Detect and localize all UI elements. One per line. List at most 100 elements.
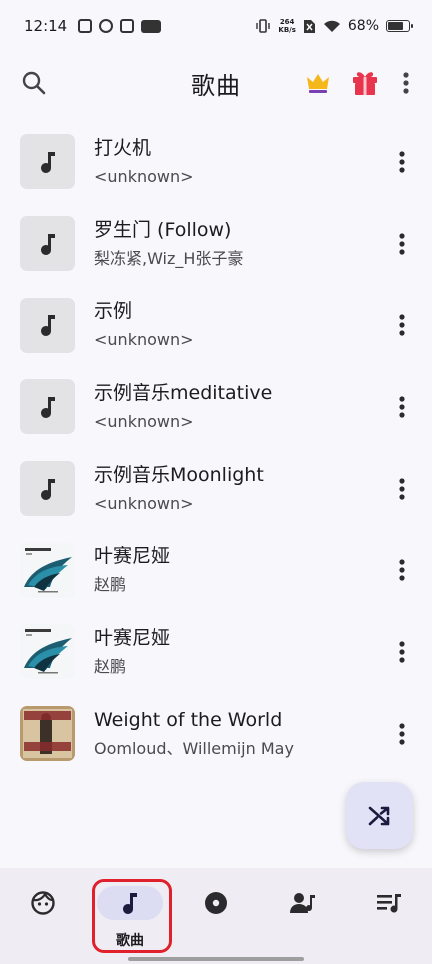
song-more-button[interactable] bbox=[390, 474, 414, 504]
album-art bbox=[20, 216, 75, 272]
notification-app-icon bbox=[120, 19, 135, 33]
song-row[interactable]: 叶赛尼娅 赵鹏 bbox=[0, 529, 432, 611]
notification-app-icon bbox=[78, 19, 93, 33]
status-time: 12:14 bbox=[24, 17, 68, 35]
song-more-button[interactable] bbox=[390, 229, 414, 259]
song-row[interactable]: 叶赛尼娅 赵鹏 bbox=[0, 611, 432, 693]
song-title: 叶赛尼娅 bbox=[94, 626, 171, 649]
album-art bbox=[20, 542, 75, 598]
face-icon bbox=[31, 891, 55, 915]
more-vert-icon bbox=[399, 151, 405, 173]
song-more-button[interactable] bbox=[390, 719, 414, 749]
network-speed: 264 KB/s bbox=[278, 18, 295, 34]
song-artist: Oomloud、Willemijn May bbox=[94, 738, 294, 758]
status-bar: 12:14 264 KB/s 68% bbox=[0, 0, 432, 52]
sim-off-icon bbox=[303, 19, 315, 33]
album-art bbox=[20, 461, 75, 517]
shuffle-button[interactable] bbox=[346, 782, 413, 849]
album-art-icon bbox=[20, 624, 75, 680]
more-vert-icon bbox=[399, 314, 405, 336]
crown-icon[interactable] bbox=[304, 68, 332, 96]
network-speed-value: 264 bbox=[279, 18, 295, 26]
nav-item-artist[interactable] bbox=[260, 868, 346, 964]
song-title: 罗生门 (Follow) bbox=[94, 218, 232, 241]
song-text: 示例音乐meditative <unknown> bbox=[94, 381, 382, 433]
battery-level bbox=[388, 22, 403, 30]
gift-icon[interactable] bbox=[350, 67, 380, 97]
more-vert-icon bbox=[399, 396, 405, 418]
song-row[interactable]: 示例音乐meditative <unknown> bbox=[0, 366, 432, 448]
song-text: 示例 <unknown> bbox=[94, 299, 382, 351]
album-icon bbox=[205, 892, 227, 914]
song-text: 罗生门 (Follow) 梨冻紧,Wiz_H张子豪 bbox=[94, 218, 382, 270]
shuffle-icon bbox=[368, 806, 389, 825]
nav-icon-container bbox=[10, 886, 76, 920]
more-vert-icon bbox=[399, 559, 405, 581]
song-text: Weight of the World Oomloud、Willemijn May bbox=[94, 708, 382, 760]
more-vert-icon bbox=[399, 477, 405, 500]
song-artist: 赵鹏 bbox=[94, 575, 127, 595]
song-artist: <unknown> bbox=[94, 493, 194, 513]
music-note-icon bbox=[40, 478, 55, 500]
nav-icon-container bbox=[270, 886, 336, 920]
song-row[interactable]: Weight of the World Oomloud、Willemijn May bbox=[0, 693, 432, 775]
song-title: Weight of the World bbox=[94, 708, 283, 731]
page-title: 歌曲 bbox=[191, 71, 241, 100]
song-row[interactable]: 打火机 <unknown> bbox=[0, 121, 432, 203]
notification-app-icon bbox=[99, 19, 114, 33]
nav-icon-container bbox=[356, 886, 422, 920]
song-more-button[interactable] bbox=[390, 392, 414, 422]
song-title: 打火机 bbox=[94, 136, 152, 159]
artist-icon bbox=[290, 893, 315, 913]
album-art-icon bbox=[20, 542, 75, 598]
more-vert-icon bbox=[399, 641, 405, 663]
album-art bbox=[20, 297, 75, 353]
playlist-icon bbox=[377, 894, 401, 913]
more-vert-icon bbox=[399, 232, 405, 255]
album-art-icon bbox=[20, 706, 75, 762]
music-note-icon bbox=[40, 151, 55, 173]
song-row[interactable]: 示例 <unknown> bbox=[0, 284, 432, 366]
bottom-navigation: 歌曲 bbox=[0, 868, 432, 964]
song-text: 叶赛尼娅 赵鹏 bbox=[94, 544, 382, 596]
nav-item-face[interactable] bbox=[0, 868, 86, 964]
wifi-icon bbox=[323, 20, 340, 32]
song-more-button[interactable] bbox=[390, 147, 414, 177]
music-note-icon bbox=[40, 315, 55, 337]
song-row[interactable]: 示例音乐Moonlight <unknown> bbox=[0, 448, 432, 530]
app-bar: 歌曲 bbox=[0, 52, 432, 114]
song-artist: <unknown> bbox=[94, 166, 194, 186]
more-vert-icon[interactable] bbox=[396, 68, 416, 98]
album-art bbox=[20, 624, 75, 680]
song-text: 打火机 <unknown> bbox=[94, 136, 382, 188]
nav-icon-container bbox=[183, 886, 249, 920]
song-text: 示例音乐Moonlight <unknown> bbox=[94, 463, 382, 515]
song-title: 示例音乐Moonlight bbox=[94, 463, 264, 486]
network-speed-unit: KB/s bbox=[278, 26, 296, 34]
song-more-button[interactable] bbox=[390, 637, 414, 667]
album-art bbox=[20, 706, 75, 762]
search-icon[interactable] bbox=[20, 69, 48, 97]
song-more-button[interactable] bbox=[390, 555, 414, 585]
song-title: 示例 bbox=[94, 300, 133, 323]
vibrate-icon bbox=[256, 19, 271, 33]
status-right: 264 KB/s 68% bbox=[255, 18, 413, 34]
song-row[interactable]: 罗生门 (Follow) 梨冻紧,Wiz_H张子豪 bbox=[0, 203, 432, 285]
nav-item-album[interactable] bbox=[173, 868, 259, 964]
home-indicator bbox=[128, 957, 304, 961]
song-list: 打火机 <unknown> 罗生门 (Follow) 梨冻紧,Wiz_H张子豪示例 <u… bbox=[0, 121, 432, 775]
battery-icon bbox=[386, 20, 413, 32]
song-title: 示例音乐meditative bbox=[94, 381, 273, 404]
song-title: 叶赛尼娅 bbox=[94, 545, 171, 568]
song-artist: <unknown> bbox=[94, 330, 194, 350]
album-art bbox=[20, 379, 75, 435]
active-tab-highlight bbox=[92, 879, 172, 953]
album-art bbox=[20, 134, 75, 190]
song-artist: <unknown> bbox=[94, 411, 194, 431]
song-text: 叶赛尼娅 赵鹏 bbox=[94, 626, 382, 678]
song-more-button[interactable] bbox=[390, 310, 414, 340]
more-vert-icon bbox=[399, 723, 405, 745]
notification-app-icon bbox=[141, 19, 162, 33]
battery-percent: 68% bbox=[347, 18, 379, 34]
nav-item-playlist[interactable] bbox=[346, 868, 432, 964]
